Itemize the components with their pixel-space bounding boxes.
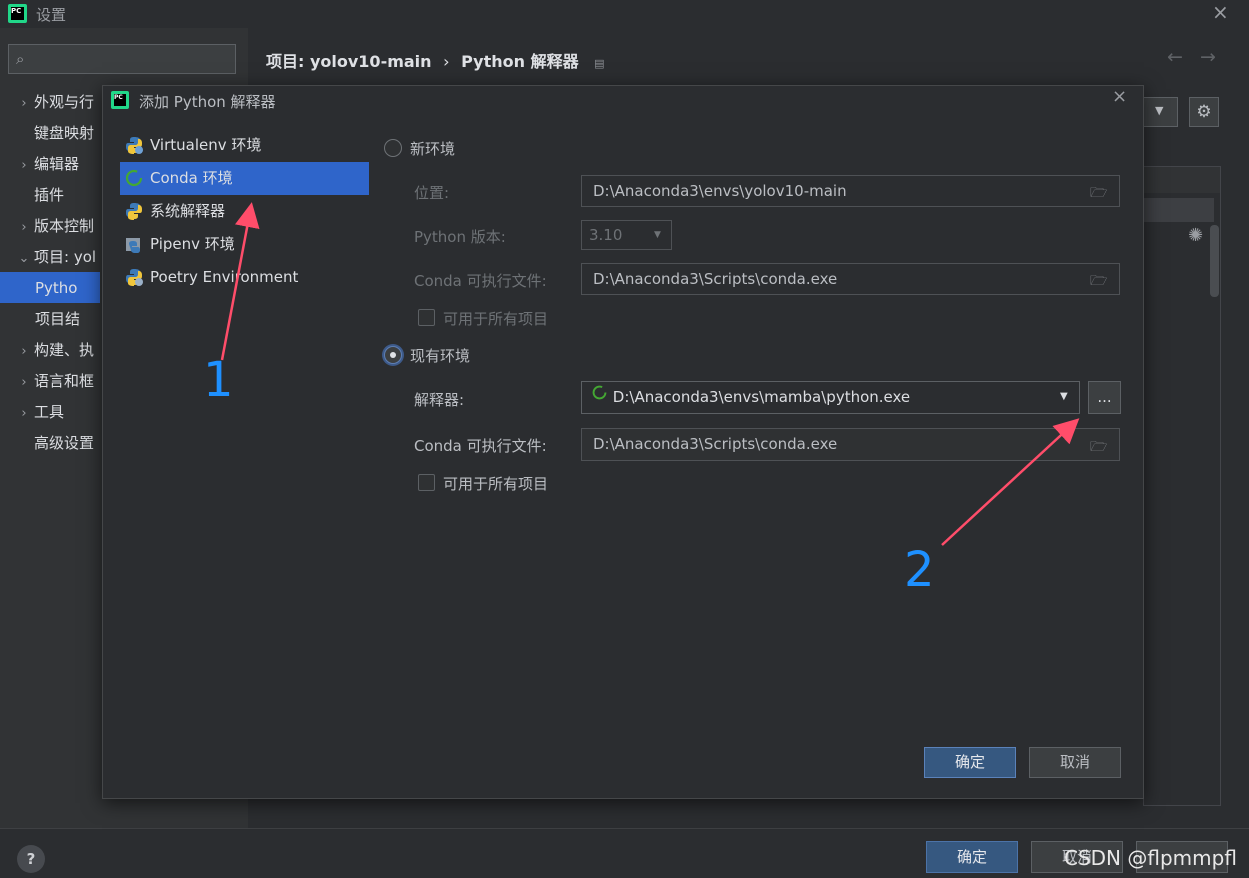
chevron-icon: ›	[21, 158, 27, 173]
chevron-icon: ›	[21, 344, 27, 359]
python-version-label: Python 版本:	[414, 228, 506, 246]
chevron-icon: ›	[21, 220, 27, 235]
search-icon: ⌕	[16, 50, 25, 68]
chevron-icon: ›	[21, 375, 27, 390]
folder-icon[interactable]: 🗁	[1090, 182, 1107, 206]
window-title: 设置	[36, 6, 67, 24]
sidebar-item-label: 项目结	[35, 310, 81, 328]
all-projects-label: 可用于所有项目	[443, 475, 549, 493]
chevron-down-icon: ▼	[1060, 391, 1068, 402]
sidebar-item-label: 工具	[34, 403, 65, 421]
breadcrumb: 项目: yolov10-main › Python 解释器 ▤	[266, 48, 605, 72]
new-env-label: 新环境	[410, 140, 456, 158]
all-projects-checkbox[interactable]	[418, 474, 435, 491]
sidebar-item-label: 语言和框	[34, 372, 95, 390]
sidebar-item-label: 插件	[34, 186, 65, 204]
sidebar-item[interactable]: 插件	[14, 180, 114, 211]
python-version-select[interactable]: 3.10 ▼	[581, 220, 672, 250]
env-type-pipenv[interactable]: Pipenv 环境	[120, 228, 369, 261]
conda-exec-label: Conda 可执行文件:	[414, 437, 547, 455]
settings-search-input[interactable]	[8, 44, 236, 74]
back-arrow-icon[interactable]: ←	[1167, 46, 1183, 68]
table-row[interactable]	[1144, 198, 1214, 222]
gear-icon[interactable]: ⚙	[1189, 97, 1219, 127]
sidebar-item-label: 构建、执	[34, 341, 95, 359]
env-type-label: Pipenv 环境	[150, 235, 235, 253]
sidebar-item[interactable]: › 版本控制	[14, 211, 114, 242]
all-projects-checkbox[interactable]	[418, 309, 435, 326]
env-type-conda[interactable]: Conda 环境	[120, 162, 369, 195]
window-close-icon[interactable]: ×	[1212, 0, 1229, 24]
pycharm-logo-icon: PC	[111, 91, 129, 109]
sidebar-item[interactable]: › 外观与行	[14, 87, 114, 118]
conda-icon	[124, 167, 144, 187]
sidebar-item-label: 高级设置	[34, 434, 95, 452]
chevron-icon: ⌄	[18, 251, 30, 266]
interpreter-label: 解释器:	[414, 391, 465, 409]
sidebar-item-label: 编辑器	[34, 155, 80, 173]
conda-exec-field[interactable]: D:\Anaconda3\Scripts\conda.exe	[581, 428, 1120, 461]
package-table-header	[1144, 167, 1220, 193]
folder-icon[interactable]: 🗁	[1090, 270, 1107, 294]
python-icon	[124, 134, 144, 154]
dialog-title: 添加 Python 解释器	[139, 93, 276, 111]
sidebar-item[interactable]: ⌄ 项目: yol	[14, 242, 114, 273]
conda-exec-label: Conda 可执行文件:	[414, 272, 547, 290]
watermark-text: CSDN @flpmmpfl	[1064, 846, 1237, 870]
annotation-number-1: 1	[203, 352, 234, 408]
env-type-label: Conda 环境	[150, 169, 233, 187]
sidebar-item-label: 版本控制	[34, 217, 95, 235]
poetry-icon	[124, 266, 144, 286]
help-icon[interactable]: ?	[17, 845, 45, 873]
all-projects-label: 可用于所有项目	[443, 310, 549, 328]
env-type-label: Virtualenv 环境	[150, 136, 262, 154]
pin-icon[interactable]: ▤	[594, 57, 604, 70]
env-type-poetry[interactable]: Poetry Environment	[120, 261, 369, 294]
sidebar-item-label: Pytho	[35, 279, 78, 297]
location-field[interactable]: D:\Anaconda3\envs\yolov10-main	[581, 175, 1120, 207]
pycharm-logo-icon: PC	[8, 4, 27, 23]
conda-exec-field[interactable]: D:\Anaconda3\Scripts\conda.exe	[581, 263, 1120, 295]
folder-icon[interactable]: 🗁	[1090, 436, 1107, 460]
env-type-system[interactable]: 系统解释器	[120, 195, 369, 228]
python-icon	[124, 200, 144, 220]
new-env-radio[interactable]	[384, 139, 402, 157]
interpreter-select[interactable]: D:\Anaconda3\envs\mamba\python.exe ▼	[581, 381, 1080, 414]
sidebar-item[interactable]: › 工具	[14, 397, 114, 428]
sidebar-item[interactable]: 高级设置	[14, 428, 114, 459]
breadcrumb-page: Python 解释器	[461, 52, 579, 71]
pipenv-icon	[124, 233, 144, 253]
sidebar-item-label: 外观与行	[34, 93, 95, 111]
dialog-cancel-button[interactable]: 取消	[1029, 747, 1121, 778]
package-table-scrollbar[interactable]	[1210, 225, 1219, 297]
env-type-label: Poetry Environment	[150, 268, 299, 286]
chevron-down-icon: ▼	[1155, 104, 1164, 117]
chevron-icon: ›	[21, 96, 27, 111]
env-type-label: 系统解释器	[150, 202, 226, 220]
annotation-number-2: 2	[904, 542, 935, 598]
breadcrumb-project[interactable]: 项目: yolov10-main	[266, 52, 432, 71]
forward-arrow-icon[interactable]: →	[1200, 46, 1216, 68]
chevron-icon: ›	[21, 406, 27, 421]
breadcrumb-separator: ›	[443, 52, 450, 71]
sidebar-item-label: 项目: yol	[34, 248, 97, 266]
sidebar-item[interactable]: 键盘映射	[14, 118, 114, 149]
loading-spinner-icon: ✺	[1188, 225, 1204, 246]
env-type-virtualenv[interactable]: Virtualenv 环境	[120, 129, 369, 162]
browse-interpreter-button[interactable]: ...	[1088, 381, 1121, 414]
existing-env-label: 现有环境	[410, 347, 471, 365]
sidebar-item[interactable]: › 编辑器	[14, 149, 114, 180]
dialog-ok-button[interactable]: 确定	[924, 747, 1016, 778]
location-label: 位置:	[414, 184, 450, 202]
existing-env-radio[interactable]	[384, 346, 402, 364]
window-titlebar	[0, 0, 1249, 28]
chevron-down-icon: ▼	[654, 230, 661, 240]
sidebar-item-label: 键盘映射	[34, 124, 95, 142]
conda-icon	[591, 381, 608, 411]
dialog-close-icon[interactable]: ×	[1112, 86, 1127, 107]
sidebar-item[interactable]: › 语言和框	[14, 366, 114, 397]
settings-ok-button[interactable]: 确定	[926, 841, 1018, 873]
sidebar-item[interactable]: › 构建、执	[14, 335, 114, 366]
